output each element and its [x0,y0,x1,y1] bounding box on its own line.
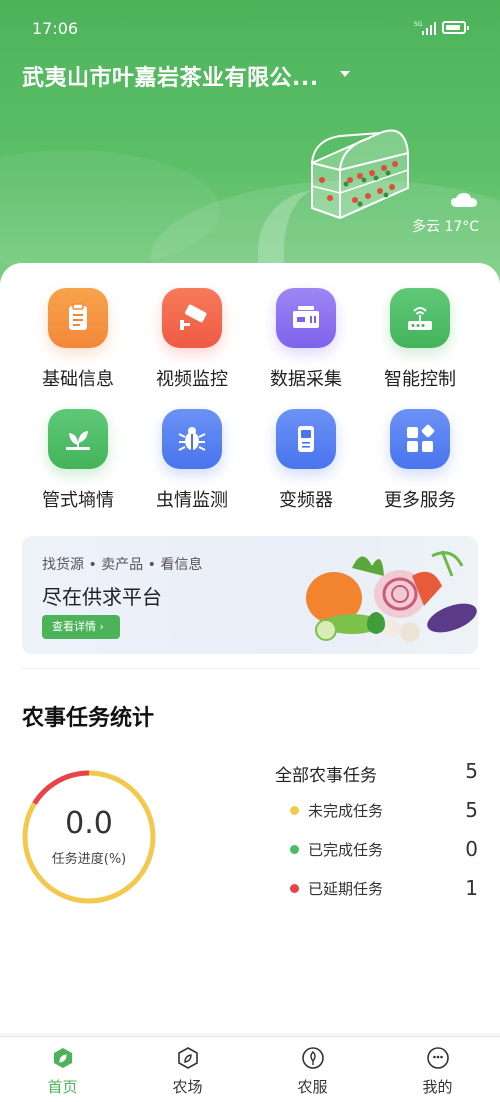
signal-icon: 5G [414,21,436,35]
tab-service[interactable]: 农服 [250,1037,375,1102]
status-bar: 17:06 5G [0,0,500,56]
status-time: 17:06 [32,19,79,38]
status-dot [290,884,299,893]
greenhouse-illustration [311,129,409,220]
supply-demand-banner[interactable]: 找货源 • 卖产品 • 看信息 尽在供求平台 查看详情 › [22,536,478,654]
stat-value: 0 [465,837,478,861]
banner-title: 尽在供求平台 [42,585,162,609]
grid-item-more-services[interactable]: 更多服务 [365,384,475,511]
bottom-tab-bar: 首页 农场 农服 我的 [0,1036,500,1102]
stat-label: 全部农事任务 [275,766,377,786]
data-box-icon [276,288,336,348]
clipboard-icon [48,288,108,348]
camera-icon [162,288,222,348]
profile-icon [427,1047,449,1069]
bug-icon [162,409,222,469]
chevron-down-icon[interactable] [340,71,350,77]
task-stats-title: 农事任务统计 [22,706,155,731]
stat-total: 全部农事任务 5 [268,759,480,786]
tab-label: 首页 [47,1078,78,1096]
network-label: 5G [414,21,423,28]
banner-tags: 找货源 • 卖产品 • 看信息 [42,557,203,573]
grid-item-smart-control[interactable]: 智能控制 [365,263,475,390]
task-progress-label: 任务进度(%) [51,852,127,867]
grid-item-label: 更多服务 [384,490,456,511]
tab-label: 农场 [172,1078,203,1096]
stat-label: 已完成任务 [308,841,384,859]
weather-text: 多云 17°C [412,219,480,235]
stat-delayed: 已延期任务 1 [268,876,480,902]
stat-value: 1 [465,876,478,900]
router-icon [390,288,450,348]
grid-item-soil-moisture[interactable]: 管式墒情 [23,384,133,511]
tab-label: 我的 [422,1078,453,1096]
tab-home[interactable]: 首页 [0,1037,125,1102]
section-divider [22,668,478,669]
grid-item-label: 虫情监测 [156,490,228,511]
stat-label: 未完成任务 [308,802,384,820]
grid-item-video[interactable]: 视频监控 [137,263,247,390]
stat-completed: 已完成任务 0 [268,837,480,863]
status-dot [290,845,299,854]
grid-item-pest-monitor[interactable]: 虫情监测 [137,384,247,511]
company-selector[interactable]: 武夷山市叶嘉岩茶业有限公... [22,60,319,92]
tab-label: 农服 [297,1078,328,1096]
grid-item-inverter[interactable]: 变频器 [251,384,361,511]
cloud-icon [451,193,477,207]
stat-label: 已延期任务 [308,880,384,898]
stat-value: 5 [465,798,478,822]
battery-icon [442,21,469,34]
grid-item-label: 变频器 [279,490,333,511]
grid-item-basic-info[interactable]: 基础信息 [23,263,133,390]
stat-incomplete: 未完成任务 5 [268,798,480,824]
farm-leaf-icon [178,1047,198,1069]
tab-farm[interactable]: 农场 [125,1037,250,1102]
stat-value: 5 [465,759,478,783]
apps-icon [390,409,450,469]
view-details-button[interactable]: 查看详情 › [42,615,120,639]
inverter-icon [276,409,336,469]
vegetables-illustration [306,550,477,642]
task-progress-value: 0.0 [65,806,113,841]
grid-item-data-collect[interactable]: 数据采集 [251,263,361,390]
main-card: 基础信息 视频监控 数据采集 智能控制 管式墒情 虫情监测 变频器 更多服务 找… [0,263,500,1033]
home-leaf-icon [54,1048,72,1068]
service-icon [302,1047,324,1069]
sprout-icon [48,409,108,469]
tab-profile[interactable]: 我的 [375,1037,500,1102]
header-banner: 17:06 5G 武夷山市叶嘉岩茶业有限公... 多云 17°C [0,0,500,300]
grid-item-label: 管式墒情 [42,490,114,511]
status-dot [290,806,299,815]
